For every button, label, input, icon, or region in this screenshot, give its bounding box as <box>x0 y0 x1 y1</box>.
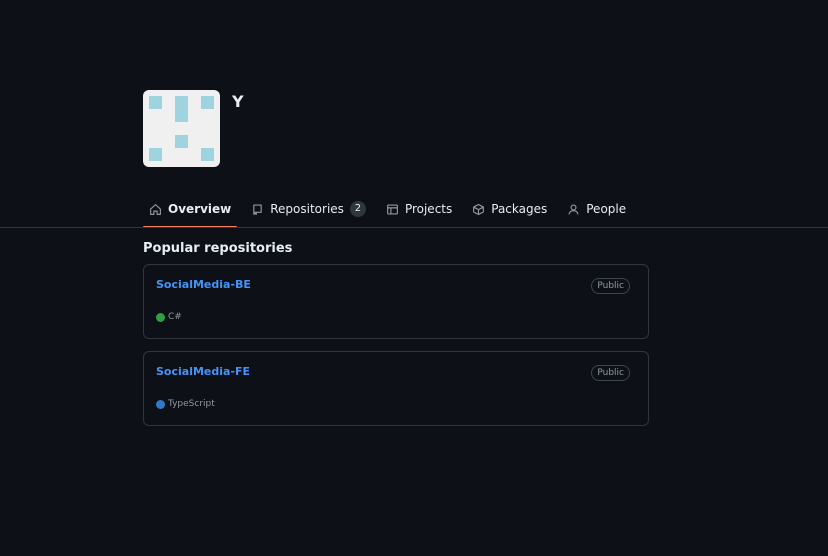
org-name: Y <box>232 92 244 111</box>
visibility-badge: Public <box>591 365 630 381</box>
tab-label: Repositories <box>270 202 344 216</box>
avatar-pixel <box>149 148 162 161</box>
org-header: Y <box>143 90 244 167</box>
language-label: TypeScript <box>168 399 215 409</box>
avatar-pixel <box>175 96 188 122</box>
repo-count-badge: 2 <box>349 201 366 217</box>
org-nav: Overview Repositories 2 Projects Package… <box>143 193 640 228</box>
org-page: Y Overview Repositories 2 Projects Packa… <box>0 0 828 556</box>
home-icon <box>150 203 161 215</box>
avatar-pixel <box>201 148 214 161</box>
tab-people[interactable]: People <box>561 193 632 225</box>
avatar-pixel <box>201 96 214 109</box>
language-color-dot <box>156 399 165 409</box>
repo-card: SocialMedia-FE Public TypeScript <box>143 351 649 426</box>
tab-label: People <box>586 202 627 216</box>
package-icon <box>473 203 485 215</box>
tab-packages[interactable]: Packages <box>466 193 553 225</box>
repo-icon <box>253 203 262 215</box>
tab-label: Projects <box>404 202 453 216</box>
section-title: Popular repositories <box>143 241 293 256</box>
repo-name-link[interactable]: SocialMedia-FE <box>156 365 250 378</box>
org-avatar[interactable] <box>143 90 220 167</box>
language-color-dot <box>156 312 165 322</box>
repo-name-link[interactable]: SocialMedia-BE <box>156 278 251 291</box>
tab-projects[interactable]: Projects <box>380 193 458 225</box>
avatar-pixel <box>175 135 188 148</box>
tab-label: Overview <box>168 202 232 216</box>
tab-overview[interactable]: Overview <box>143 193 238 228</box>
table-icon <box>386 203 398 215</box>
repo-language: C# <box>156 312 182 322</box>
person-icon <box>568 203 579 215</box>
language-label: C# <box>168 312 182 322</box>
nav-divider <box>0 227 828 228</box>
avatar-pixel <box>149 96 162 109</box>
repo-language: TypeScript <box>156 399 215 409</box>
repo-card: SocialMedia-BE Public C# <box>143 264 649 339</box>
tab-repositories[interactable]: Repositories 2 <box>245 193 372 225</box>
tab-label: Packages <box>491 202 548 216</box>
visibility-badge: Public <box>591 278 630 294</box>
